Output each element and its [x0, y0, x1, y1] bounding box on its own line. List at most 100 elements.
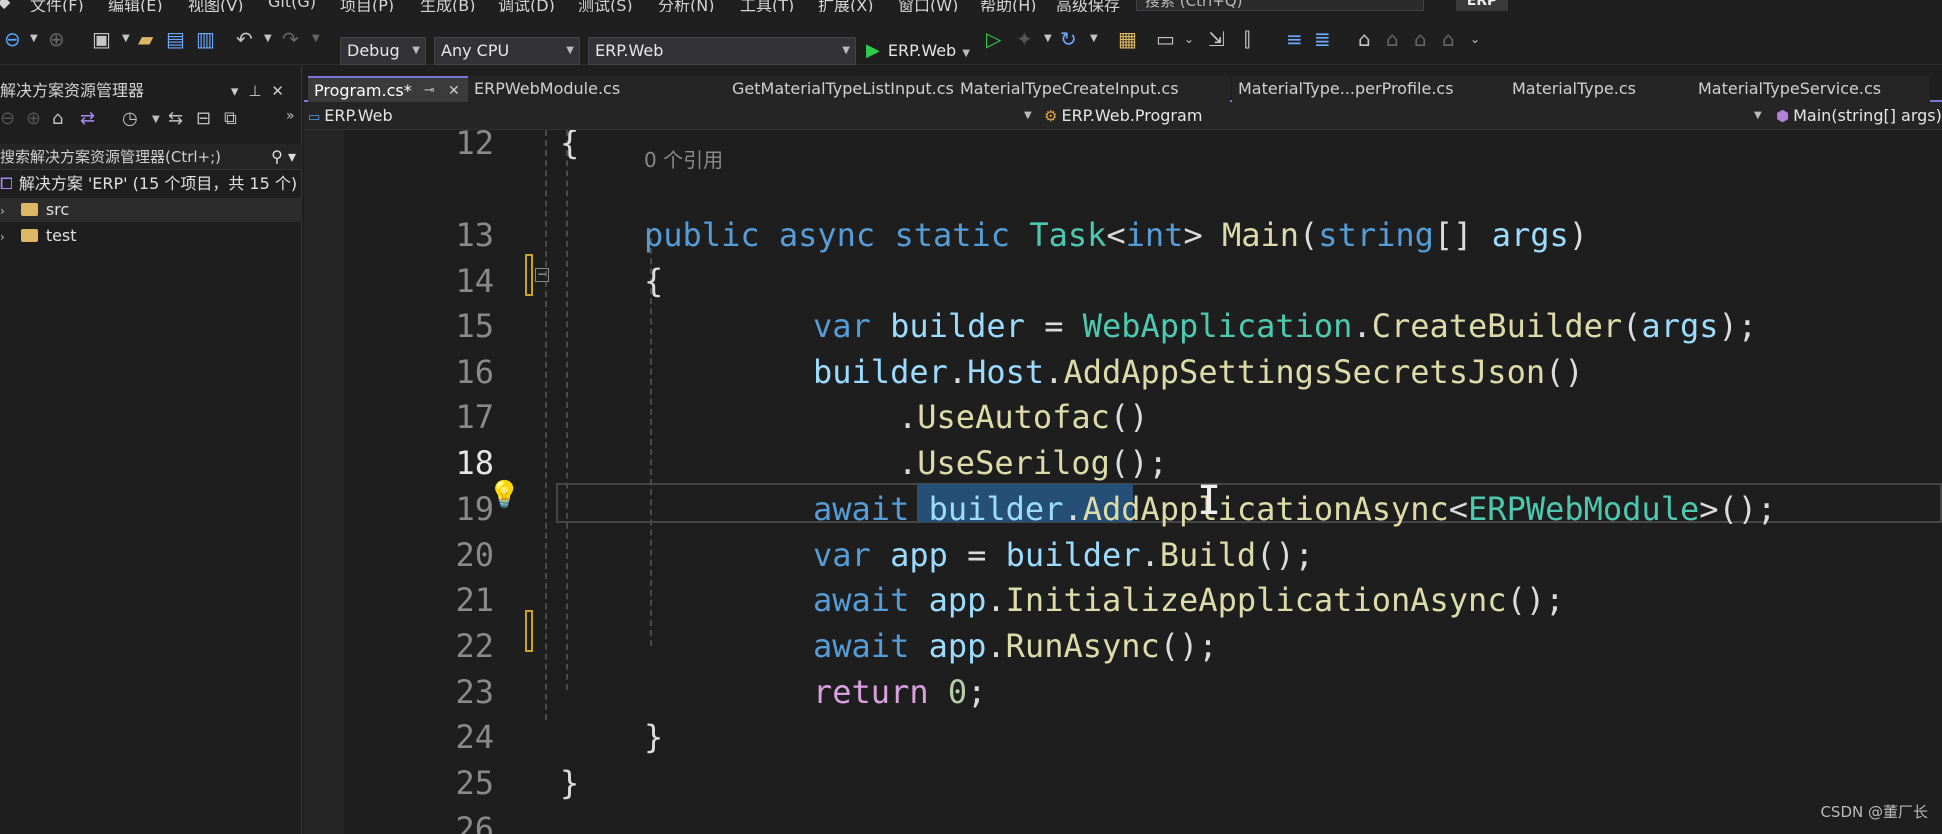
collapse-toggle-icon[interactable]: −	[535, 268, 549, 282]
startup-project-select[interactable]: ERP.Web ▼	[588, 37, 856, 65]
breakpoints-icon[interactable]: ⫿	[1244, 28, 1250, 50]
forward-icon[interactable]: ⊕	[26, 108, 41, 129]
line-number: 25	[455, 764, 494, 802]
chevron-down-icon[interactable]: ▼	[1754, 102, 1762, 130]
solution-platform-select[interactable]: Any CPU ▼	[434, 37, 580, 65]
pending-changes-icon[interactable]: ◷	[122, 108, 138, 129]
tab-getmaterialtypelistinput-cs[interactable]: GetMaterialTypeListInput.cs	[676, 76, 954, 102]
menu-window[interactable]: 窗口(W)	[898, 0, 958, 12]
back-icon[interactable]: ⊖	[0, 108, 15, 129]
browser-icon[interactable]: ▦	[1118, 28, 1137, 50]
hot-reload-icon[interactable]: ✦	[1016, 28, 1033, 50]
layout-dropdown-icon[interactable]: ⌄	[1184, 28, 1194, 50]
open-folder-icon[interactable]: ▰	[138, 28, 153, 50]
expand-icon[interactable]: ›	[0, 204, 5, 218]
code-token: Task	[1029, 216, 1107, 254]
home-icon[interactable]: ⌂	[52, 108, 63, 129]
tab-materialtype-profile-cs[interactable]: MaterialType...perProfile.cs	[1232, 76, 1510, 102]
chevron-down-icon[interactable]: ▼	[1024, 102, 1032, 130]
tab-erpwebmodule-cs[interactable]: ERPWebModule.cs	[468, 76, 676, 102]
refresh-dropdown-icon[interactable]: ▼	[1090, 28, 1098, 50]
project-navigation-dropdown[interactable]: ▭ ERP.Web	[308, 102, 393, 132]
menu-view[interactable]: 视图(V)	[188, 0, 243, 12]
tab-materialtypecreateinput-cs[interactable]: MaterialTypeCreateInput.cs	[954, 76, 1230, 102]
close-tab-icon[interactable]: ✕	[448, 78, 460, 104]
menu-project[interactable]: 项目(P)	[340, 0, 394, 12]
code-editor[interactable]: 0 个引用 − 💡 12 13 14 15 16 17 18 19 20 21 …	[304, 130, 1942, 834]
toolbar-overflow-icon[interactable]: ⌄	[1470, 28, 1480, 50]
editor-area: Program.cs* ⊸ ✕ ERPWebModule.cs GetMater…	[304, 66, 1942, 834]
menu-debug[interactable]: 调试(D)	[498, 0, 555, 12]
layout-icon[interactable]: ▭	[1156, 28, 1175, 50]
solution-explorer-search-input[interactable]: 搜索解决方案资源管理器(Ctrl+;) ⚲ ▾	[0, 144, 302, 170]
reference-count-codelens[interactable]: 0 个引用	[644, 144, 723, 173]
menu-tools[interactable]: 工具(T)	[740, 0, 794, 12]
type-navigation-dropdown[interactable]: ⚙ ERP.Web.Program	[1044, 102, 1202, 130]
clear-bookmarks-icon[interactable]: ⌂	[1442, 28, 1455, 50]
tab-materialtypeservice-cs[interactable]: MaterialTypeService.cs	[1692, 76, 1930, 102]
previous-bookmark-icon[interactable]: ⌂	[1386, 28, 1399, 50]
switch-views-icon[interactable]: ⇄	[80, 108, 95, 129]
close-icon[interactable]: ✕	[271, 82, 294, 100]
hot-reload-dropdown-icon[interactable]: ▼	[1044, 28, 1052, 50]
back-dropdown-icon[interactable]: ▼	[30, 28, 38, 50]
project-label: ERP.Web	[324, 106, 393, 125]
new-project-icon[interactable]: ▣	[92, 28, 111, 50]
type-label: ERP.Web.Program	[1061, 106, 1203, 125]
menu-edit[interactable]: 编辑(E)	[108, 0, 163, 12]
code-token: .	[1352, 307, 1372, 345]
save-icon[interactable]: ▤	[166, 28, 185, 50]
redo-dropdown-icon[interactable]: ▼	[312, 28, 320, 50]
menu-build[interactable]: 生成(B)	[420, 0, 475, 12]
text-cursor-icon: I	[1197, 478, 1222, 524]
expand-icon[interactable]: ›	[0, 230, 5, 244]
refresh-icon[interactable]: ↻	[1060, 28, 1077, 50]
code-token: (	[1299, 216, 1319, 254]
step-icon[interactable]: ⇲	[1208, 28, 1225, 50]
save-all-icon[interactable]: ▥	[196, 28, 215, 50]
code-line-14: {	[644, 262, 663, 300]
menu-git[interactable]: Git(G)	[268, 0, 316, 11]
menu-help[interactable]: 帮助(H)	[980, 0, 1037, 12]
window-position-icon[interactable]: ▾	[231, 82, 249, 100]
start-without-debugging-icon[interactable]: ▷	[986, 28, 1001, 50]
pending-changes-dropdown-icon[interactable]: ▼	[152, 114, 160, 125]
chevron-down-icon: ▼	[412, 45, 420, 56]
solution-node[interactable]: ⧠ 解决方案 'ERP' (15 个项目，共 15 个)	[0, 172, 302, 196]
menu-analyze[interactable]: 分析(N)	[658, 0, 714, 12]
uncomment-lines-icon[interactable]: ≣	[1314, 28, 1331, 50]
undo-icon[interactable]: ↶	[236, 28, 253, 50]
bookmark-icon[interactable]: ⌂	[1358, 28, 1371, 50]
menu-extensions[interactable]: 扩展(X)	[818, 0, 873, 12]
code-line-12: {	[560, 130, 579, 162]
sync-icon[interactable]: ⇆	[168, 108, 183, 129]
show-all-files-icon[interactable]: ⧉	[224, 108, 237, 129]
pin-icon[interactable]: ⊥	[248, 82, 271, 100]
collapse-all-icon[interactable]: ⊟	[196, 108, 211, 129]
next-bookmark-icon[interactable]: ⌂	[1414, 28, 1427, 50]
menu-test[interactable]: 测试(S)	[578, 0, 633, 12]
pin-tab-icon[interactable]: ⊸	[424, 78, 435, 104]
start-debugging-button[interactable]: ▶ ERP.Web ▼	[866, 37, 970, 65]
global-search-input[interactable]: 搜索 (Ctrl+Q)	[1136, 0, 1424, 11]
forward-icon[interactable]: ⊕	[48, 28, 65, 50]
code-token: 0	[947, 673, 968, 711]
configuration-value: Debug	[347, 41, 400, 60]
member-navigation-dropdown[interactable]: ⬢ Main(string[] args)	[1776, 102, 1942, 130]
tree-item-src[interactable]: › src	[0, 198, 302, 222]
new-project-dropdown-icon[interactable]: ▼	[122, 28, 130, 50]
comment-lines-icon[interactable]: ≡	[1286, 28, 1303, 50]
solution-configuration-select[interactable]: Debug ▼	[340, 37, 426, 65]
redo-icon[interactable]: ↷	[282, 28, 299, 50]
menu-advanced-save[interactable]: 高级保存	[1056, 0, 1120, 12]
tab-program-cs[interactable]: Program.cs* ⊸ ✕	[308, 76, 468, 102]
code-token: .	[1063, 490, 1083, 528]
tree-item-test[interactable]: › test	[0, 224, 302, 248]
tab-materialtype-cs[interactable]: MaterialType.cs	[1506, 76, 1692, 102]
menu-file[interactable]: 文件(F)	[30, 0, 84, 12]
undo-dropdown-icon[interactable]: ▼	[264, 28, 272, 50]
more-options-icon[interactable]: »	[286, 108, 295, 124]
back-icon[interactable]: ⊖	[4, 28, 21, 50]
